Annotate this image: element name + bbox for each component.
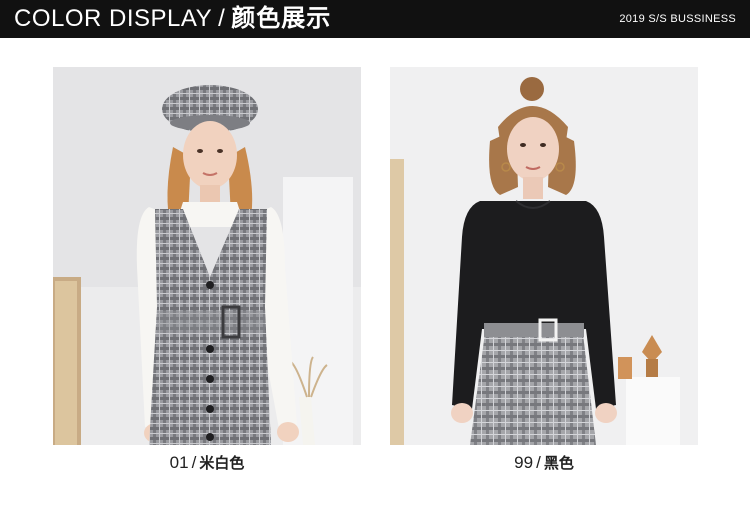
- title-en: COLOR DISPLAY: [14, 5, 213, 32]
- model-illustration-1: [53, 67, 361, 445]
- color-option-black[interactable]: 99/黑色: [390, 452, 698, 475]
- caption-separator: /: [191, 453, 197, 472]
- color-name: 米白色: [199, 455, 245, 472]
- header-bar: COLOR DISPLAY / 颜色展示 2019 S/S BUSSINESS: [0, 0, 750, 38]
- title-separator: /: [218, 5, 226, 32]
- model-illustration-2: [390, 67, 698, 445]
- season-label: 2019 S/S BUSSINESS: [619, 13, 736, 25]
- color-option-offwhite[interactable]: 01/米白色: [53, 452, 361, 475]
- product-photo-offwhite[interactable]: [53, 67, 361, 445]
- color-name: 黑色: [543, 455, 574, 472]
- title-zh: 颜色展示: [231, 5, 332, 32]
- page-title: COLOR DISPLAY / 颜色展示: [14, 5, 331, 33]
- caption-separator: /: [536, 453, 541, 472]
- color-code: 99: [514, 453, 534, 472]
- color-code: 01: [169, 453, 189, 472]
- product-photo-black[interactable]: [390, 67, 698, 445]
